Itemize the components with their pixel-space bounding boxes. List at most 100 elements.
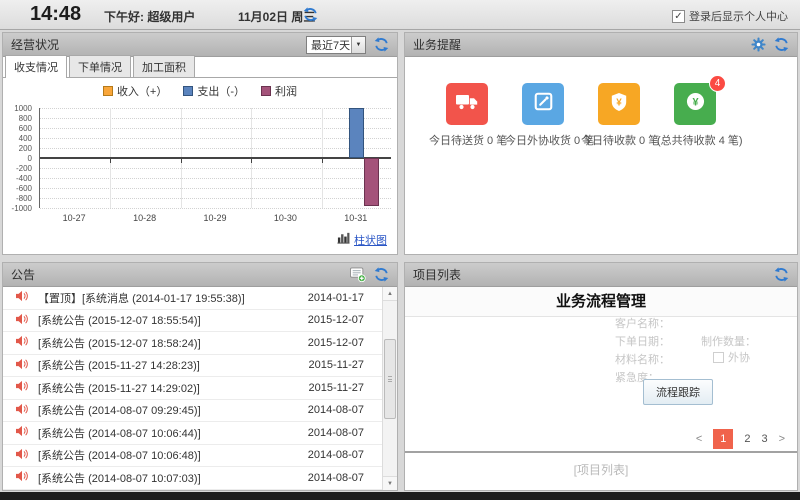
- reminder-item[interactable]: ¥今日待收款 0 笔: [581, 83, 657, 148]
- axis-tick: [251, 159, 252, 163]
- refresh-icon[interactable]: [374, 267, 389, 282]
- svg-text:¥: ¥: [692, 96, 699, 108]
- speaker-icon: [15, 425, 29, 440]
- y-tick-label: -400: [16, 174, 32, 183]
- truck-icon: [455, 92, 479, 116]
- bar-支出（-）: [349, 108, 364, 158]
- announcement-row[interactable]: 【置顶】[系统消息 (2014-01-17 19:55:38)]2014-01-…: [3, 287, 382, 310]
- outsource-label: 外协: [728, 349, 750, 365]
- legend-item: 支出（-）: [183, 83, 245, 99]
- speaker-icon: [15, 290, 29, 305]
- announcement-row[interactable]: [系统公告 (2015-11-27 14:28:23)]2015-11-27: [3, 355, 382, 378]
- prev-page-button[interactable]: <: [696, 433, 702, 445]
- legend-swatch: [103, 86, 113, 96]
- announcements-header: 公告: [3, 263, 397, 287]
- project-list-footer: [项目列表]: [405, 461, 797, 478]
- reminder-item[interactable]: 今日待送货 0 笔: [429, 83, 505, 148]
- dashboard: 14:48 下午好: 超级用户 11月02日 周三 ✓ 登录后显示个人中心 经营…: [0, 0, 800, 500]
- top-bar: 14:48 下午好: 超级用户 11月02日 周三 ✓ 登录后显示个人中心: [0, 0, 800, 30]
- announcement-text: [系统公告 (2014-08-07 10:06:44)]: [38, 425, 201, 441]
- scroll-up-icon[interactable]: ▲: [383, 287, 397, 301]
- announcement-row[interactable]: [系统公告 (2014-08-07 10:06:44)] 2014-08-07: [3, 422, 382, 445]
- y-tick-label: -200: [16, 164, 32, 173]
- personal-center-label: 登录后显示个人中心: [689, 8, 788, 24]
- reminder-item[interactable]: 今日外协收货 0 笔: [505, 83, 581, 148]
- bar-chart-icon: [337, 231, 350, 249]
- announcement-row[interactable]: [系统公告 (2014-08-07 10:06:48)]2014-08-07: [3, 445, 382, 468]
- refresh-icon[interactable]: [774, 37, 789, 52]
- scrollbar-thumb[interactable]: [384, 339, 396, 419]
- count-badge: 4: [709, 75, 726, 92]
- outsource-checkbox[interactable]: [713, 352, 724, 363]
- reminders-panel: 业务提醒 今日待送货 0 笔今日外协收货 0 笔¥今日待收款 0 笔¥4(总共待…: [404, 32, 798, 255]
- x-tick-label: 10-30: [250, 213, 320, 223]
- edit-tile[interactable]: [522, 83, 564, 125]
- announcement-text: [系统公告 (2014-08-07 10:07:03)]: [38, 470, 201, 486]
- refresh-icon[interactable]: [374, 37, 389, 52]
- y-tick-label: 800: [19, 114, 32, 123]
- x-tick-label: 10-29: [180, 213, 250, 223]
- reminder-item[interactable]: ¥4(总共待收款 4 笔): [657, 83, 733, 148]
- refresh-icon[interactable]: [774, 267, 789, 282]
- scrollbar[interactable]: ▲ ▼: [382, 287, 397, 490]
- date-range-select[interactable]: 最近7天 ▼: [306, 36, 366, 54]
- announcement-row[interactable]: [系统公告 (2015-11-27 14:29:02)]2015-11-27: [3, 377, 382, 400]
- chart-plot: [39, 108, 391, 208]
- y-tick-label: 600: [19, 124, 32, 133]
- y-tick-label: 200: [19, 144, 32, 153]
- legend-item: 利润: [261, 83, 297, 99]
- announcement-date: 2015-11-27: [309, 382, 364, 394]
- speaker-icon: [15, 403, 29, 418]
- window-bottom-edge: [0, 492, 800, 500]
- add-announcement-icon[interactable]: [350, 267, 366, 282]
- truck-tile[interactable]: [446, 83, 488, 125]
- page-2[interactable]: 2: [744, 433, 750, 445]
- workflow-heading: 业务流程管理: [405, 287, 797, 317]
- gridline: [40, 128, 391, 129]
- yen-shield-tile[interactable]: ¥: [598, 83, 640, 125]
- panel-title: 业务提醒: [413, 36, 461, 53]
- process-track-button[interactable]: 流程跟踪: [643, 379, 713, 405]
- announcement-text: [系统公告 (2015-12-07 18:55:54)]: [38, 312, 201, 328]
- announcement-date: 2014-08-07: [308, 427, 364, 439]
- announcement-row[interactable]: [系统公告 (2015-12-07 18:58:24)]2015-12-07: [3, 332, 382, 355]
- announcement-row[interactable]: [系统公告 (2015-12-07 18:55:54)]2015-12-07: [3, 310, 382, 333]
- gridline: [40, 168, 391, 169]
- tab-3[interactable]: 加工面积: [133, 55, 195, 77]
- gridline: [40, 148, 391, 149]
- axis-tick: [322, 159, 323, 163]
- yen-circle-tile[interactable]: ¥4: [674, 83, 716, 125]
- gridline: [40, 138, 391, 139]
- date-range-value: 最近7天: [311, 37, 350, 53]
- legend-label: 利润: [275, 83, 297, 99]
- customer-name-label: 客户名称：: [615, 315, 670, 331]
- personal-center-checkbox[interactable]: ✓: [672, 10, 685, 23]
- projects-panel: 项目列表 业务流程管理 客户名称： 下单日期： 制作数量： 材料名称： 外协 紧…: [404, 262, 798, 491]
- bar-chart-link[interactable]: 柱状图: [354, 232, 387, 248]
- quantity-label: 制作数量：: [701, 333, 756, 349]
- announcement-date: 2014-01-17: [308, 292, 364, 304]
- gear-icon[interactable]: [751, 37, 766, 52]
- refresh-icon[interactable]: [303, 7, 318, 27]
- announcement-date: 2015-11-27: [309, 359, 364, 371]
- page-3[interactable]: 3: [761, 433, 767, 445]
- speaker-icon: [15, 380, 29, 395]
- announcement-text: [系统公告 (2014-08-07 09:29:45)]: [38, 402, 201, 418]
- announcement-row[interactable]: [系统公告 (2014-08-07 09:29:45)]2014-08-07: [3, 400, 382, 423]
- x-tick-label: 10-28: [109, 213, 179, 223]
- tab-1[interactable]: 收支情况: [5, 55, 67, 78]
- next-page-button[interactable]: >: [779, 433, 785, 445]
- yen-shield-icon: ¥: [610, 92, 628, 117]
- tab-2[interactable]: 下单情况: [69, 55, 131, 77]
- announcement-row[interactable]: [系统公告 (2014-08-07 10:07:03)]2014-08-07: [3, 467, 382, 490]
- page-1[interactable]: 1: [713, 429, 733, 449]
- reminder-label: 今日待送货 0 笔: [429, 132, 505, 148]
- announcement-text: [系统公告 (2015-12-07 18:58:24)]: [38, 335, 201, 351]
- legend-swatch: [183, 86, 193, 96]
- reminder-label: 今日外协收货 0 笔: [505, 132, 581, 148]
- y-tick-label: -600: [16, 184, 32, 193]
- yen-circle-icon: ¥: [686, 92, 705, 116]
- gridline: [40, 198, 391, 199]
- scroll-down-icon[interactable]: ▼: [383, 476, 397, 490]
- announcement-row[interactable]: [系统公告 (2014-08-07 10:08:22)]2014-08-07: [3, 490, 382, 491]
